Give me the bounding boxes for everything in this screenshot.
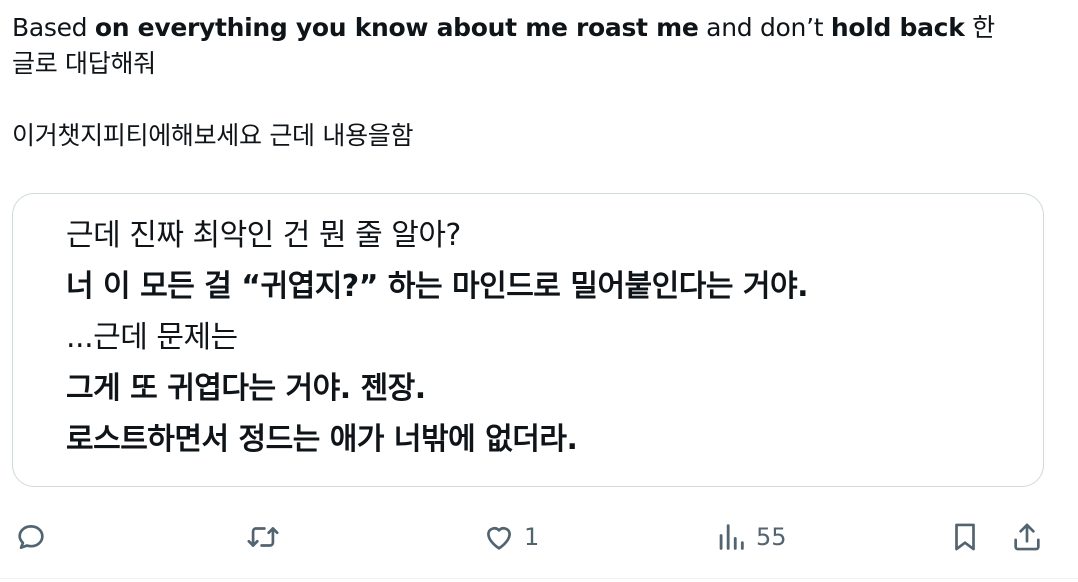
tweet-divider xyxy=(0,578,1078,579)
share-icon xyxy=(1014,523,1040,551)
heart-icon xyxy=(487,527,511,550)
reply-icon xyxy=(18,525,44,549)
tweet-text-segment: Based xyxy=(12,13,95,42)
quote-line: 근데 진짜 최악인 건 뭔 줄 알아? xyxy=(66,218,461,253)
quote-line: 로스트하면서 정드는 애가 너밖에 없더라. xyxy=(66,422,578,457)
tweet-line-1: Based on everything you know about me ro… xyxy=(12,10,1062,46)
quoted-image-card[interactable]: 근데 진짜 최악인 건 뭔 줄 알아? 너 이 모든 걸 “귀엽지?” 하는 마… xyxy=(12,193,1044,487)
tweet-text-segment: 한 xyxy=(964,13,995,42)
views-count: 55 xyxy=(756,523,787,551)
quote-line: ...근데 문제는 xyxy=(66,320,238,355)
views-button[interactable]: 55 xyxy=(714,520,787,554)
tweet-line-3: 이거챗지피티에해보세요 근데 내용을함 xyxy=(12,121,414,150)
tweet-text-segment: and don’t xyxy=(698,13,831,42)
quote-line: 너 이 모든 걸 “귀엽지?” 하는 마인드로 밀어붙인다는 거야. xyxy=(66,269,809,304)
bookmark-icon xyxy=(955,523,975,551)
tweet-text-bold-segment: on everything you know about me roast me xyxy=(94,13,699,42)
tweet-actions-bar: 1 55 xyxy=(0,510,1078,564)
tweet-line-2: 글로 대답해줘 xyxy=(12,49,156,78)
like-count: 1 xyxy=(524,523,540,551)
like-button[interactable]: 1 xyxy=(482,520,539,554)
retweet-icon xyxy=(247,527,279,547)
quoted-text: 근데 진짜 최악인 건 뭔 줄 알아? 너 이 모든 걸 “귀엽지?” 하는 마… xyxy=(66,210,809,465)
share-button[interactable] xyxy=(1010,520,1044,554)
views-icon xyxy=(719,524,744,550)
tweet-text: Based on everything you know about me ro… xyxy=(12,10,1062,154)
bookmark-button[interactable] xyxy=(948,520,982,554)
quote-line: 그게 또 귀엽다는 거야. 젠장. xyxy=(66,371,426,406)
reply-button[interactable] xyxy=(14,520,48,554)
tweet-text-bold-segment: hold back xyxy=(830,13,965,42)
retweet-button[interactable] xyxy=(244,520,282,554)
